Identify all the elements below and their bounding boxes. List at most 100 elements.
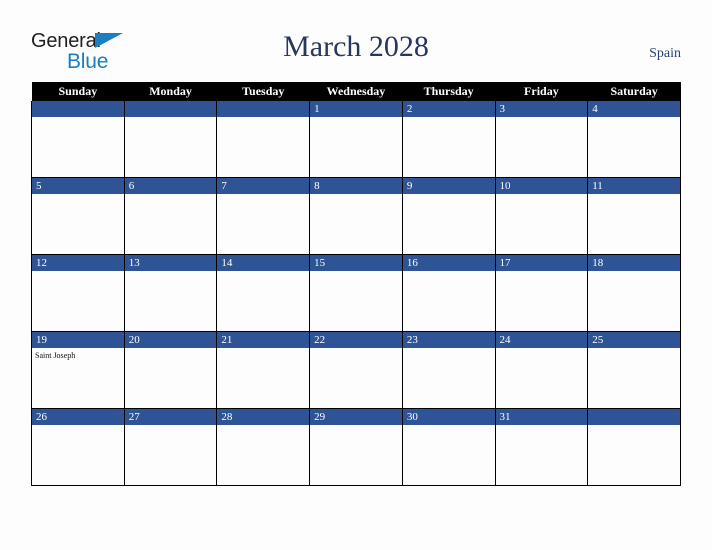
- day-cell-inner: 30: [402, 409, 495, 485]
- day-cell-inner: 27: [124, 409, 217, 485]
- day-cell-24[interactable]: 24: [494, 331, 589, 409]
- day-events: [310, 194, 402, 254]
- day-number: 17: [495, 255, 588, 271]
- day-cell-16[interactable]: 16: [401, 254, 496, 332]
- day-number: 2: [402, 101, 495, 117]
- day-cell-empty[interactable]: [123, 101, 218, 178]
- calendar-body: 1 2 3 4 5 6 7 8 9 10 11 12 13 14 15 16 17 18 19 Saint Josep…: [31, 101, 681, 486]
- weekday-header-wednesday: Wednesday: [309, 82, 403, 101]
- weekday-header-thursday: Thursday: [402, 82, 496, 101]
- weekday-header-saturday: Saturday: [587, 82, 681, 101]
- calendar-week-row: 5 6 7 8 9 10 11: [31, 177, 681, 255]
- day-events: [124, 117, 217, 177]
- day-cell-31[interactable]: 31: [494, 408, 589, 486]
- day-cell-inner: 31: [495, 409, 588, 485]
- day-cell-29[interactable]: 29: [309, 408, 403, 486]
- day-number: 5: [32, 178, 124, 194]
- day-cell-empty[interactable]: [587, 408, 681, 486]
- day-cell-22[interactable]: 22: [309, 331, 403, 409]
- day-number: [124, 101, 217, 117]
- day-cell-18[interactable]: 18: [587, 254, 681, 332]
- day-cell-inner: [217, 101, 310, 177]
- day-number: 11: [588, 178, 680, 194]
- day-cell-21[interactable]: 21: [216, 331, 311, 409]
- day-cell-30[interactable]: 30: [401, 408, 496, 486]
- day-number: 7: [217, 178, 310, 194]
- day-cell-25[interactable]: 25: [587, 331, 681, 409]
- day-cell-5[interactable]: 5: [31, 177, 125, 255]
- calendar-week-row: 26 27 28 29 30 31: [31, 408, 681, 486]
- day-cell-empty[interactable]: [216, 101, 311, 178]
- day-number: 30: [402, 409, 495, 425]
- day-cell-11[interactable]: 11: [587, 177, 681, 255]
- day-cell-12[interactable]: 12: [31, 254, 125, 332]
- day-events: [32, 194, 124, 254]
- day-events: [124, 348, 217, 408]
- day-cell-inner: 6: [124, 178, 217, 254]
- day-cell-empty[interactable]: [31, 101, 125, 178]
- holiday-event: Saint Joseph: [35, 351, 76, 360]
- day-cell-3[interactable]: 3: [494, 101, 589, 178]
- day-number: 14: [217, 255, 310, 271]
- day-events: [402, 117, 495, 177]
- day-events: [495, 425, 588, 485]
- day-number: 18: [588, 255, 680, 271]
- day-cell-inner: 24: [495, 332, 588, 408]
- day-events: [310, 348, 402, 408]
- calendar-header-row: Sunday Monday Tuesday Wednesday Thursday Frid…: [31, 82, 681, 101]
- day-events: [124, 271, 217, 331]
- day-number: [32, 101, 124, 117]
- day-events: [32, 117, 124, 177]
- day-events: [495, 194, 588, 254]
- weekday-header-sunday: Sunday: [31, 82, 125, 101]
- day-cell-4[interactable]: 4: [587, 101, 681, 178]
- calendar-week-row: 12 13 14 15 16 17 18: [31, 254, 681, 332]
- day-events: [124, 425, 217, 485]
- day-cell-17[interactable]: 17: [494, 254, 589, 332]
- day-number: 15: [310, 255, 402, 271]
- day-events: [588, 271, 680, 331]
- day-cell-14[interactable]: 14: [216, 254, 311, 332]
- day-cell-27[interactable]: 27: [123, 408, 218, 486]
- day-cell-inner: 3: [495, 101, 588, 177]
- day-number: 21: [217, 332, 310, 348]
- day-number: 20: [124, 332, 217, 348]
- day-number: 4: [588, 101, 680, 117]
- day-events: [32, 271, 124, 331]
- day-cell-13[interactable]: 13: [123, 254, 218, 332]
- day-cell-1[interactable]: 1: [309, 101, 403, 178]
- day-events: [495, 348, 588, 408]
- day-events: [402, 194, 495, 254]
- day-number: 27: [124, 409, 217, 425]
- day-cell-6[interactable]: 6: [123, 177, 218, 255]
- day-cell-9[interactable]: 9: [401, 177, 496, 255]
- day-cell-inner: 26: [32, 409, 124, 485]
- day-number: 28: [217, 409, 310, 425]
- day-cell-2[interactable]: 2: [401, 101, 496, 178]
- day-cell-7[interactable]: 7: [216, 177, 311, 255]
- day-events: [495, 117, 588, 177]
- day-cell-19[interactable]: 19 Saint Joseph: [31, 331, 125, 409]
- day-cell-inner: [588, 409, 680, 485]
- day-cell-20[interactable]: 20: [123, 331, 218, 409]
- day-cell-15[interactable]: 15: [309, 254, 403, 332]
- day-cell-10[interactable]: 10: [494, 177, 589, 255]
- day-cell-23[interactable]: 23: [401, 331, 496, 409]
- day-events: [310, 117, 402, 177]
- day-cell-inner: 22: [310, 332, 402, 408]
- weekday-header-tuesday: Tuesday: [216, 82, 310, 101]
- day-number: [588, 409, 680, 425]
- day-cell-28[interactable]: 28: [216, 408, 311, 486]
- day-number: 19: [32, 332, 124, 348]
- day-events: [217, 194, 310, 254]
- day-cell-inner: 4: [588, 101, 680, 177]
- day-cell-inner: 15: [310, 255, 402, 331]
- day-cell-26[interactable]: 26: [31, 408, 125, 486]
- day-cell-inner: 25: [588, 332, 680, 408]
- day-events: [310, 271, 402, 331]
- day-number: 12: [32, 255, 124, 271]
- day-events: [310, 425, 402, 485]
- weekday-header-monday: Monday: [124, 82, 217, 101]
- day-cell-8[interactable]: 8: [309, 177, 403, 255]
- day-events: [217, 271, 310, 331]
